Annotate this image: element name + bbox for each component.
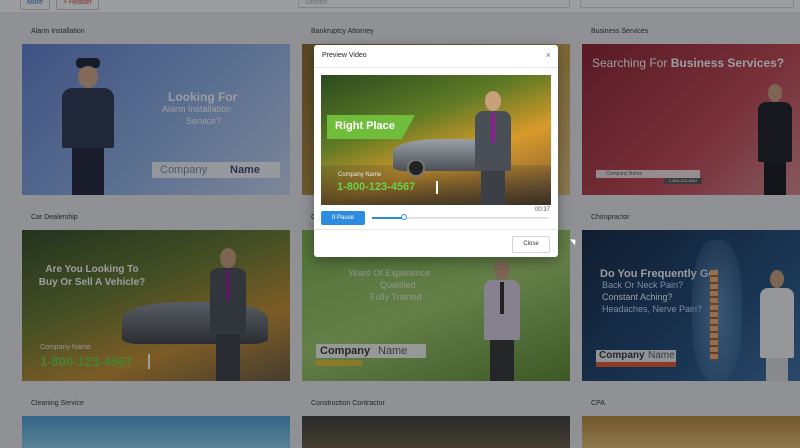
preview-video-modal: Preview Video × Right Place Company Name… bbox=[314, 45, 558, 257]
close-button[interactable]: Close bbox=[512, 236, 550, 253]
video-presenter-figure bbox=[471, 91, 515, 205]
modal-title: Preview Video bbox=[322, 52, 367, 59]
modal-footer-divider bbox=[314, 229, 558, 230]
video-time: 00:37 bbox=[534, 207, 550, 213]
close-icon[interactable]: × bbox=[546, 50, 551, 60]
video-progress-fill bbox=[372, 217, 404, 219]
video-company: Company Name bbox=[338, 172, 382, 178]
video-car-wheel-front bbox=[407, 159, 425, 177]
modal-header-divider bbox=[314, 67, 558, 68]
video-phone: 1-800-123-4567 bbox=[337, 181, 416, 193]
video-progress-knob[interactable] bbox=[400, 214, 407, 220]
video-banner-text: Right Place bbox=[335, 120, 395, 132]
video-text-cursor bbox=[436, 181, 438, 194]
video-progress-slider[interactable] bbox=[372, 214, 548, 220]
video-player[interactable]: Right Place Company Name 1-800-123-4567 bbox=[321, 75, 551, 205]
pause-button[interactable]: II Pause bbox=[321, 211, 365, 225]
